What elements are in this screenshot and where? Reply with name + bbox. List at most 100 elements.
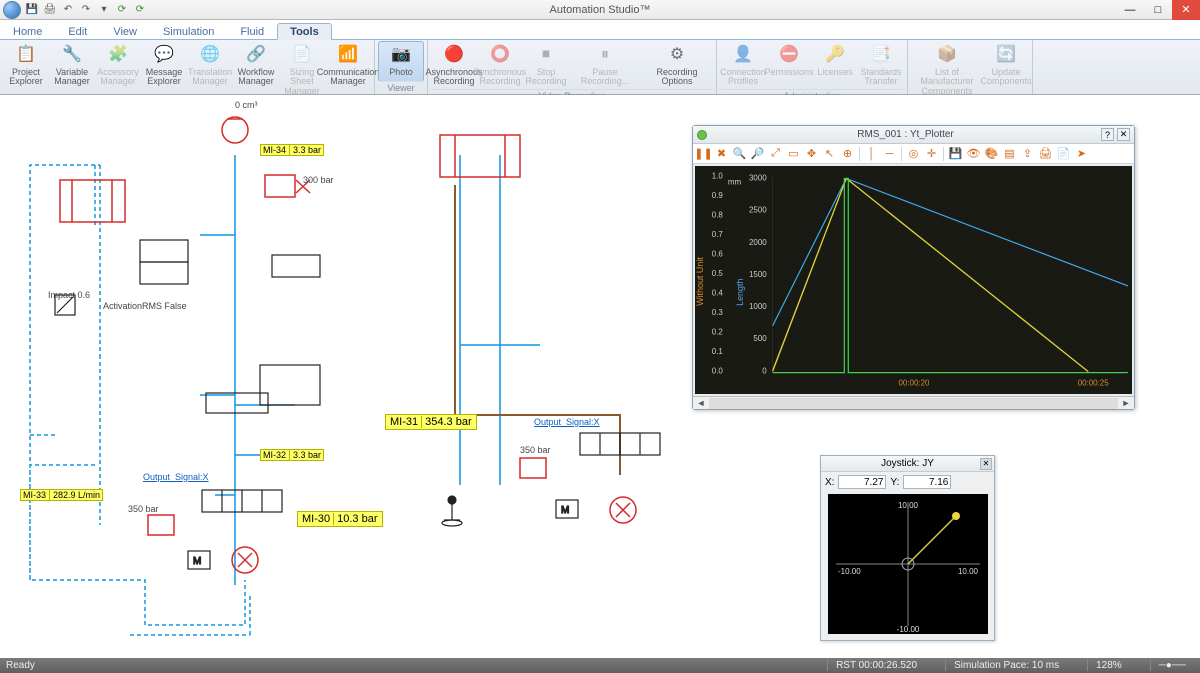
- plotter-close-button[interactable]: ✕: [1117, 128, 1130, 141]
- output-signal-link-1[interactable]: Output_Signal:X: [143, 472, 209, 482]
- app-logo-icon: [3, 1, 21, 19]
- plotter-clear-icon[interactable]: ✖: [713, 145, 730, 162]
- accessory-manager-button-label: Accessory Manager: [97, 68, 139, 87]
- qat-refresh-icon[interactable]: ⟳: [114, 2, 130, 18]
- close-button[interactable]: ✕: [1172, 0, 1200, 20]
- svg-text:00:00:20: 00:00:20: [899, 379, 931, 388]
- licenses-button[interactable]: 🔑Licenses: [813, 42, 857, 89]
- plotter-scrollbar[interactable]: ◄ ►: [693, 396, 1134, 409]
- svg-text:-10.00: -10.00: [896, 625, 919, 634]
- scroll-track[interactable]: [709, 398, 1118, 409]
- translation-manager-button-icon: 🌐: [199, 44, 221, 66]
- joystick-x-input[interactable]: [838, 475, 886, 489]
- svg-text:10.00: 10.00: [897, 501, 918, 510]
- ribbon-tabs: HomeEditViewSimulationFluidTools: [0, 20, 1200, 40]
- qat-undo-icon[interactable]: ↶: [60, 2, 76, 18]
- title-bar: 💾 🖨 ↶ ↷ ▾ ⟳ ⟳ Automation Studio™ — □ ✕: [0, 0, 1200, 20]
- pause-recording-button-label: Pause Recording...: [571, 68, 639, 87]
- mfr-components-button-icon: 📦: [936, 44, 958, 66]
- ribbon-group-update: 📦List of Manufacturer Components with av…: [908, 40, 1033, 94]
- svg-text:0.9: 0.9: [712, 191, 724, 200]
- qat-refresh2-icon[interactable]: ⟳: [132, 2, 148, 18]
- pause-recording-button-icon: ⏸: [594, 44, 616, 66]
- recording-options-button[interactable]: ⚙Recording Options: [642, 42, 712, 89]
- plotter-header[interactable]: RMS_001 : Yt_Plotter ? ✕: [693, 126, 1134, 144]
- zoom-slider[interactable]: ─●──: [1150, 660, 1194, 671]
- async-recording-button[interactable]: 🔴Asynchronous Recording: [432, 42, 476, 89]
- joystick-panel[interactable]: Joystick: JY ✕ X: Y: 10.00 -10.00 10.00 …: [820, 455, 995, 641]
- sync-recording-button-label: Synchronous Recording: [474, 68, 527, 87]
- tab-view[interactable]: View: [100, 23, 150, 39]
- scroll-left-button[interactable]: ◄: [693, 398, 709, 408]
- translation-manager-button[interactable]: 🌐Translation Manager: [188, 42, 232, 98]
- standards-transfer-button[interactable]: 📑Standards Transfer: [859, 42, 903, 89]
- plotter-zoomreset-icon[interactable]: ⤢: [767, 145, 784, 162]
- svg-text:M: M: [193, 556, 201, 567]
- permissions-button[interactable]: ⛔Permissions: [767, 42, 811, 89]
- joystick-close-button[interactable]: ✕: [980, 458, 992, 470]
- plotter-target-icon[interactable]: ◎: [905, 145, 922, 162]
- sync-recording-button[interactable]: ⭕Synchronous Recording: [478, 42, 522, 89]
- plotter-help-button[interactable]: ?: [1101, 128, 1114, 141]
- svg-text:500: 500: [753, 334, 767, 343]
- async-recording-button-icon: 🔴: [443, 44, 465, 66]
- plotter-zoomarea-icon[interactable]: ▭: [785, 145, 802, 162]
- plotter-marker-icon[interactable]: ⊕: [839, 145, 856, 162]
- workflow-manager-button[interactable]: 🔗Workflow Manager: [234, 42, 278, 98]
- hydraulic-diagram[interactable]: M M: [0, 95, 700, 655]
- variable-manager-button[interactable]: 🔧Variable Manager: [50, 42, 94, 98]
- plotter-zoomout-icon[interactable]: 🔎: [749, 145, 766, 162]
- pause-recording-button[interactable]: ⏸ Pause Recording...: [570, 42, 640, 89]
- svg-text:2500: 2500: [749, 206, 767, 215]
- output-signal-link-2[interactable]: Output_Signal:X: [534, 417, 600, 427]
- plotter-pause-icon[interactable]: ❚❚: [695, 145, 712, 162]
- communication-manager-button-icon: 📶: [337, 44, 359, 66]
- svg-text:00:00:25: 00:00:25: [1078, 379, 1110, 388]
- joystick-canvas[interactable]: 10.00 -10.00 10.00 -10.00: [828, 494, 988, 634]
- joystick-y-input[interactable]: [903, 475, 951, 489]
- plotter-chart[interactable]: 1.00.90.80.70.60.50.40.30.20.10.0 300025…: [695, 166, 1132, 394]
- project-explorer-button-label: Project Explorer: [5, 68, 47, 87]
- plotter-export-icon[interactable]: ⇪: [1019, 145, 1036, 162]
- project-explorer-button[interactable]: 📋Project Explorer: [4, 42, 48, 98]
- plotter-print-icon[interactable]: 🖨: [1037, 145, 1054, 162]
- qat-print-icon[interactable]: 🖨: [42, 2, 58, 18]
- tab-edit[interactable]: Edit: [55, 23, 100, 39]
- plotter-crosshair-icon[interactable]: ✛: [923, 145, 940, 162]
- plotter-cursor-icon[interactable]: ↖: [821, 145, 838, 162]
- tab-home[interactable]: Home: [0, 23, 55, 39]
- plotter-pan-icon[interactable]: ✥: [803, 145, 820, 162]
- plotter-window[interactable]: RMS_001 : Yt_Plotter ? ✕ ❚❚✖🔍🔎⤢▭✥↖⊕ │─ ◎✛ 💾…: [692, 125, 1135, 410]
- connection-profiles-button[interactable]: 👤Connection Profiles: [721, 42, 765, 89]
- maximize-button[interactable]: □: [1144, 0, 1172, 20]
- stop-recording-button[interactable]: ⏹Stop Recording: [524, 42, 568, 89]
- plotter-layers-icon[interactable]: ▤: [1001, 145, 1018, 162]
- plotter-zoomin-icon[interactable]: 🔍: [731, 145, 748, 162]
- photo-button[interactable]: 📷Photo: [379, 42, 423, 81]
- message-explorer-button-label: Message Explorer: [143, 68, 185, 87]
- svg-text:0.4: 0.4: [712, 289, 724, 298]
- plotter-hline-icon[interactable]: ─: [881, 145, 898, 162]
- message-explorer-button[interactable]: 💬Message Explorer: [142, 42, 186, 98]
- tab-tools[interactable]: Tools: [277, 23, 332, 40]
- tab-fluid[interactable]: Fluid: [227, 23, 277, 39]
- plotter-vline-icon[interactable]: │: [863, 145, 880, 162]
- qat-dropdown-icon[interactable]: ▾: [96, 2, 112, 18]
- scroll-right-button[interactable]: ►: [1118, 398, 1134, 408]
- svg-text:1500: 1500: [749, 270, 767, 279]
- accessory-manager-button[interactable]: 🧩Accessory Manager: [96, 42, 140, 98]
- qat-save-icon[interactable]: 💾: [24, 2, 40, 18]
- joystick-header[interactable]: Joystick: JY ✕: [821, 456, 994, 472]
- plotter-save-icon[interactable]: 💾: [947, 145, 964, 162]
- plotter-palette-icon[interactable]: 🎨: [983, 145, 1000, 162]
- tab-simulation[interactable]: Simulation: [150, 23, 227, 39]
- communication-manager-button[interactable]: 📶Communication Manager: [326, 42, 370, 98]
- minimize-button[interactable]: —: [1116, 0, 1144, 20]
- activation-label: ActivationRMS False: [103, 301, 187, 311]
- qat-redo-icon[interactable]: ↷: [78, 2, 94, 18]
- plotter-arrow-icon[interactable]: ➤: [1073, 145, 1090, 162]
- plotter-doc-icon[interactable]: 📄: [1055, 145, 1072, 162]
- standards-transfer-button-icon: 📑: [870, 44, 892, 66]
- workspace[interactable]: M M 0 cm³ 300 bar Impact 0.6 ActivationR…: [0, 95, 1200, 658]
- plotter-eye-icon[interactable]: 👁: [965, 145, 982, 162]
